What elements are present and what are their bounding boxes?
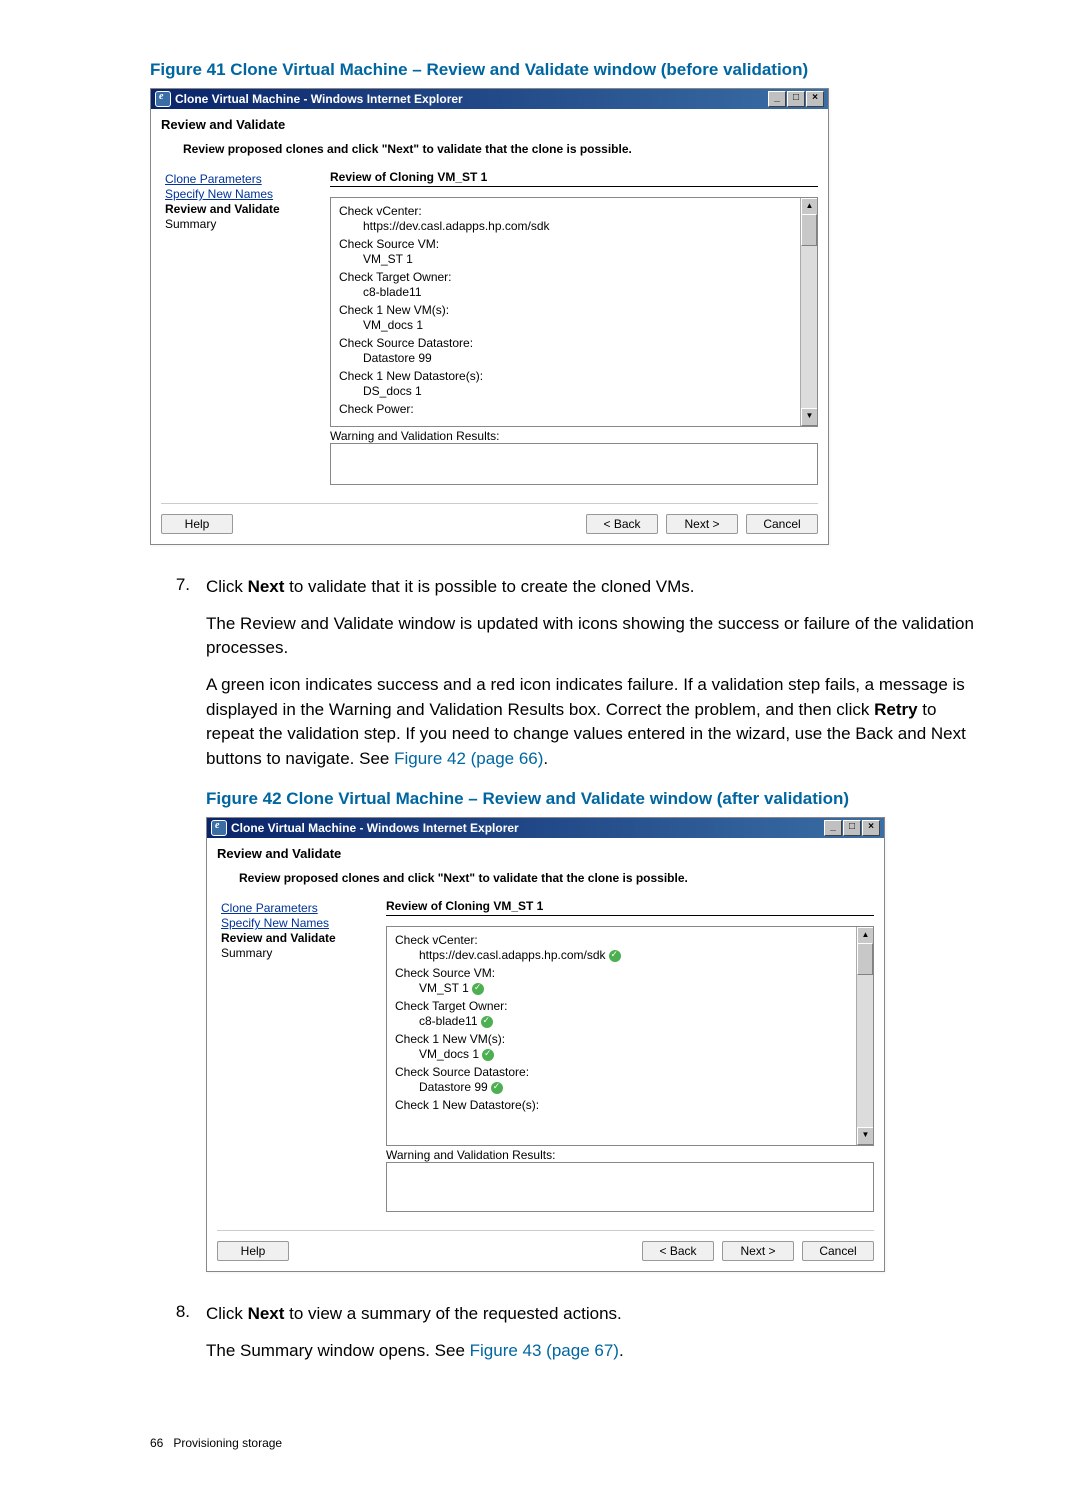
step-8-line2: The Summary window opens. See Figure 43 … bbox=[206, 1339, 980, 1364]
step-7-line3: A green icon indicates success and a red… bbox=[206, 673, 980, 772]
step-8: 8. Click Next to view a summary of the r… bbox=[150, 1302, 980, 1375]
ie-icon bbox=[211, 820, 227, 836]
check-source-vm-value: VM_ST 1 bbox=[363, 252, 809, 266]
success-icon bbox=[481, 1016, 493, 1028]
warning-results-box bbox=[386, 1162, 874, 1212]
check-power-label: Check Power: bbox=[339, 402, 809, 416]
review-scroll-box: Check vCenter: https://dev.casl.adapps.h… bbox=[330, 197, 818, 427]
next-button[interactable]: Next > bbox=[666, 514, 738, 534]
step-summary: Summary bbox=[221, 946, 386, 960]
maximize-button[interactable]: □ bbox=[787, 91, 805, 107]
check-vcenter-value: https://dev.casl.adapps.hp.com/sdk bbox=[363, 219, 809, 233]
title-bar: Clone Virtual Machine - Windows Internet… bbox=[151, 89, 828, 109]
check-new-vms-value: VM_docs 1 bbox=[363, 318, 809, 332]
step-7-line2: The Review and Validate window is update… bbox=[206, 612, 980, 661]
window-buttons: _ □ × bbox=[768, 91, 824, 107]
check-new-ds-value: DS_docs 1 bbox=[363, 384, 809, 398]
warning-results-label: Warning and Validation Results: bbox=[386, 1148, 874, 1162]
check-source-ds-value: Datastore 99 bbox=[363, 351, 809, 365]
wizard-steps: Clone Parameters Specify New Names Revie… bbox=[161, 170, 330, 485]
success-icon bbox=[482, 1049, 494, 1061]
help-button[interactable]: Help bbox=[161, 514, 233, 534]
step-summary: Summary bbox=[165, 217, 330, 231]
ie-icon bbox=[155, 91, 171, 107]
figure-43-link[interactable]: Figure 43 (page 67) bbox=[470, 1341, 619, 1360]
check-source-vm-value: VM_ST 1 bbox=[419, 981, 865, 995]
step-clone-parameters[interactable]: Clone Parameters bbox=[221, 901, 386, 915]
check-vcenter-label: Check vCenter: bbox=[339, 204, 809, 218]
next-button[interactable]: Next > bbox=[722, 1241, 794, 1261]
step-7: 7. Click Next to validate that it is pos… bbox=[150, 575, 980, 783]
dialog-instruction: Review proposed clones and click "Next" … bbox=[183, 142, 818, 156]
figure-41-dialog: Clone Virtual Machine - Windows Internet… bbox=[150, 88, 829, 545]
dialog-heading: Review and Validate bbox=[217, 846, 874, 861]
maximize-button[interactable]: □ bbox=[843, 820, 861, 836]
back-button[interactable]: < Back bbox=[642, 1241, 714, 1261]
check-new-vms-label: Check 1 New VM(s): bbox=[339, 303, 809, 317]
check-new-ds-label: Check 1 New Datastore(s): bbox=[339, 369, 809, 383]
minimize-button[interactable]: _ bbox=[768, 91, 786, 107]
help-button[interactable]: Help bbox=[217, 1241, 289, 1261]
close-button[interactable]: × bbox=[862, 820, 880, 836]
check-source-ds-label: Check Source Datastore: bbox=[395, 1065, 865, 1079]
check-vcenter-value: https://dev.casl.adapps.hp.com/sdk bbox=[419, 948, 865, 962]
step-8-number: 8. bbox=[150, 1302, 206, 1375]
warning-results-label: Warning and Validation Results: bbox=[330, 429, 818, 443]
success-icon bbox=[609, 950, 621, 962]
window-buttons: _ □ × bbox=[824, 820, 880, 836]
minimize-button[interactable]: _ bbox=[824, 820, 842, 836]
cancel-button[interactable]: Cancel bbox=[746, 514, 818, 534]
success-icon bbox=[491, 1082, 503, 1094]
scroll-down-arrow[interactable]: ▼ bbox=[801, 408, 818, 426]
check-target-owner-value: c8-blade11 bbox=[419, 1014, 865, 1028]
close-button[interactable]: × bbox=[806, 91, 824, 107]
step-review-validate: Review and Validate bbox=[221, 931, 386, 945]
check-source-ds-value: Datastore 99 bbox=[419, 1080, 865, 1094]
step-clone-parameters[interactable]: Clone Parameters bbox=[165, 172, 330, 186]
check-vcenter-label: Check vCenter: bbox=[395, 933, 865, 947]
step-review-validate: Review and Validate bbox=[165, 202, 330, 216]
step-specify-new-names[interactable]: Specify New Names bbox=[165, 187, 330, 201]
scrollbar[interactable]: ▲ ▼ bbox=[856, 927, 873, 1145]
scrollbar[interactable]: ▲ ▼ bbox=[800, 198, 817, 426]
check-target-owner-label: Check Target Owner: bbox=[339, 270, 809, 284]
scroll-down-arrow[interactable]: ▼ bbox=[857, 1127, 874, 1145]
window-title: Clone Virtual Machine - Windows Internet… bbox=[175, 92, 463, 106]
window-title: Clone Virtual Machine - Windows Internet… bbox=[231, 821, 519, 835]
wizard-steps: Clone Parameters Specify New Names Revie… bbox=[217, 899, 386, 1212]
review-scroll-box: Check vCenter: https://dev.casl.adapps.h… bbox=[386, 926, 874, 1146]
cancel-button[interactable]: Cancel bbox=[802, 1241, 874, 1261]
success-icon bbox=[472, 983, 484, 995]
figure-42-caption: Figure 42 Clone Virtual Machine – Review… bbox=[206, 789, 980, 809]
check-source-ds-label: Check Source Datastore: bbox=[339, 336, 809, 350]
figure-42-link[interactable]: Figure 42 (page 66) bbox=[394, 749, 543, 768]
step-specify-new-names[interactable]: Specify New Names bbox=[221, 916, 386, 930]
back-button[interactable]: < Back bbox=[586, 514, 658, 534]
check-new-vms-label: Check 1 New VM(s): bbox=[395, 1032, 865, 1046]
scroll-thumb[interactable] bbox=[857, 943, 873, 975]
check-target-owner-label: Check Target Owner: bbox=[395, 999, 865, 1013]
warning-results-box bbox=[330, 443, 818, 485]
check-new-ds-label: Check 1 New Datastore(s): bbox=[395, 1098, 865, 1112]
figure-42-dialog: Clone Virtual Machine - Windows Internet… bbox=[206, 817, 885, 1272]
check-new-vms-value: VM_docs 1 bbox=[419, 1047, 865, 1061]
step-7-number: 7. bbox=[150, 575, 206, 783]
step-7-line1: Click Next to validate that it is possib… bbox=[206, 575, 980, 600]
figure-41-caption: Figure 41 Clone Virtual Machine – Review… bbox=[150, 60, 980, 80]
check-source-vm-label: Check Source VM: bbox=[395, 966, 865, 980]
step-8-line1: Click Next to view a summary of the requ… bbox=[206, 1302, 980, 1327]
scroll-thumb[interactable] bbox=[801, 214, 817, 246]
check-source-vm-label: Check Source VM: bbox=[339, 237, 809, 251]
check-target-owner-value: c8-blade11 bbox=[363, 285, 809, 299]
dialog-heading: Review and Validate bbox=[161, 117, 818, 132]
title-bar: Clone Virtual Machine - Windows Internet… bbox=[207, 818, 884, 838]
review-title: Review of Cloning VM_ST 1 bbox=[330, 170, 818, 187]
dialog-instruction: Review proposed clones and click "Next" … bbox=[239, 871, 874, 885]
review-title: Review of Cloning VM_ST 1 bbox=[386, 899, 874, 916]
